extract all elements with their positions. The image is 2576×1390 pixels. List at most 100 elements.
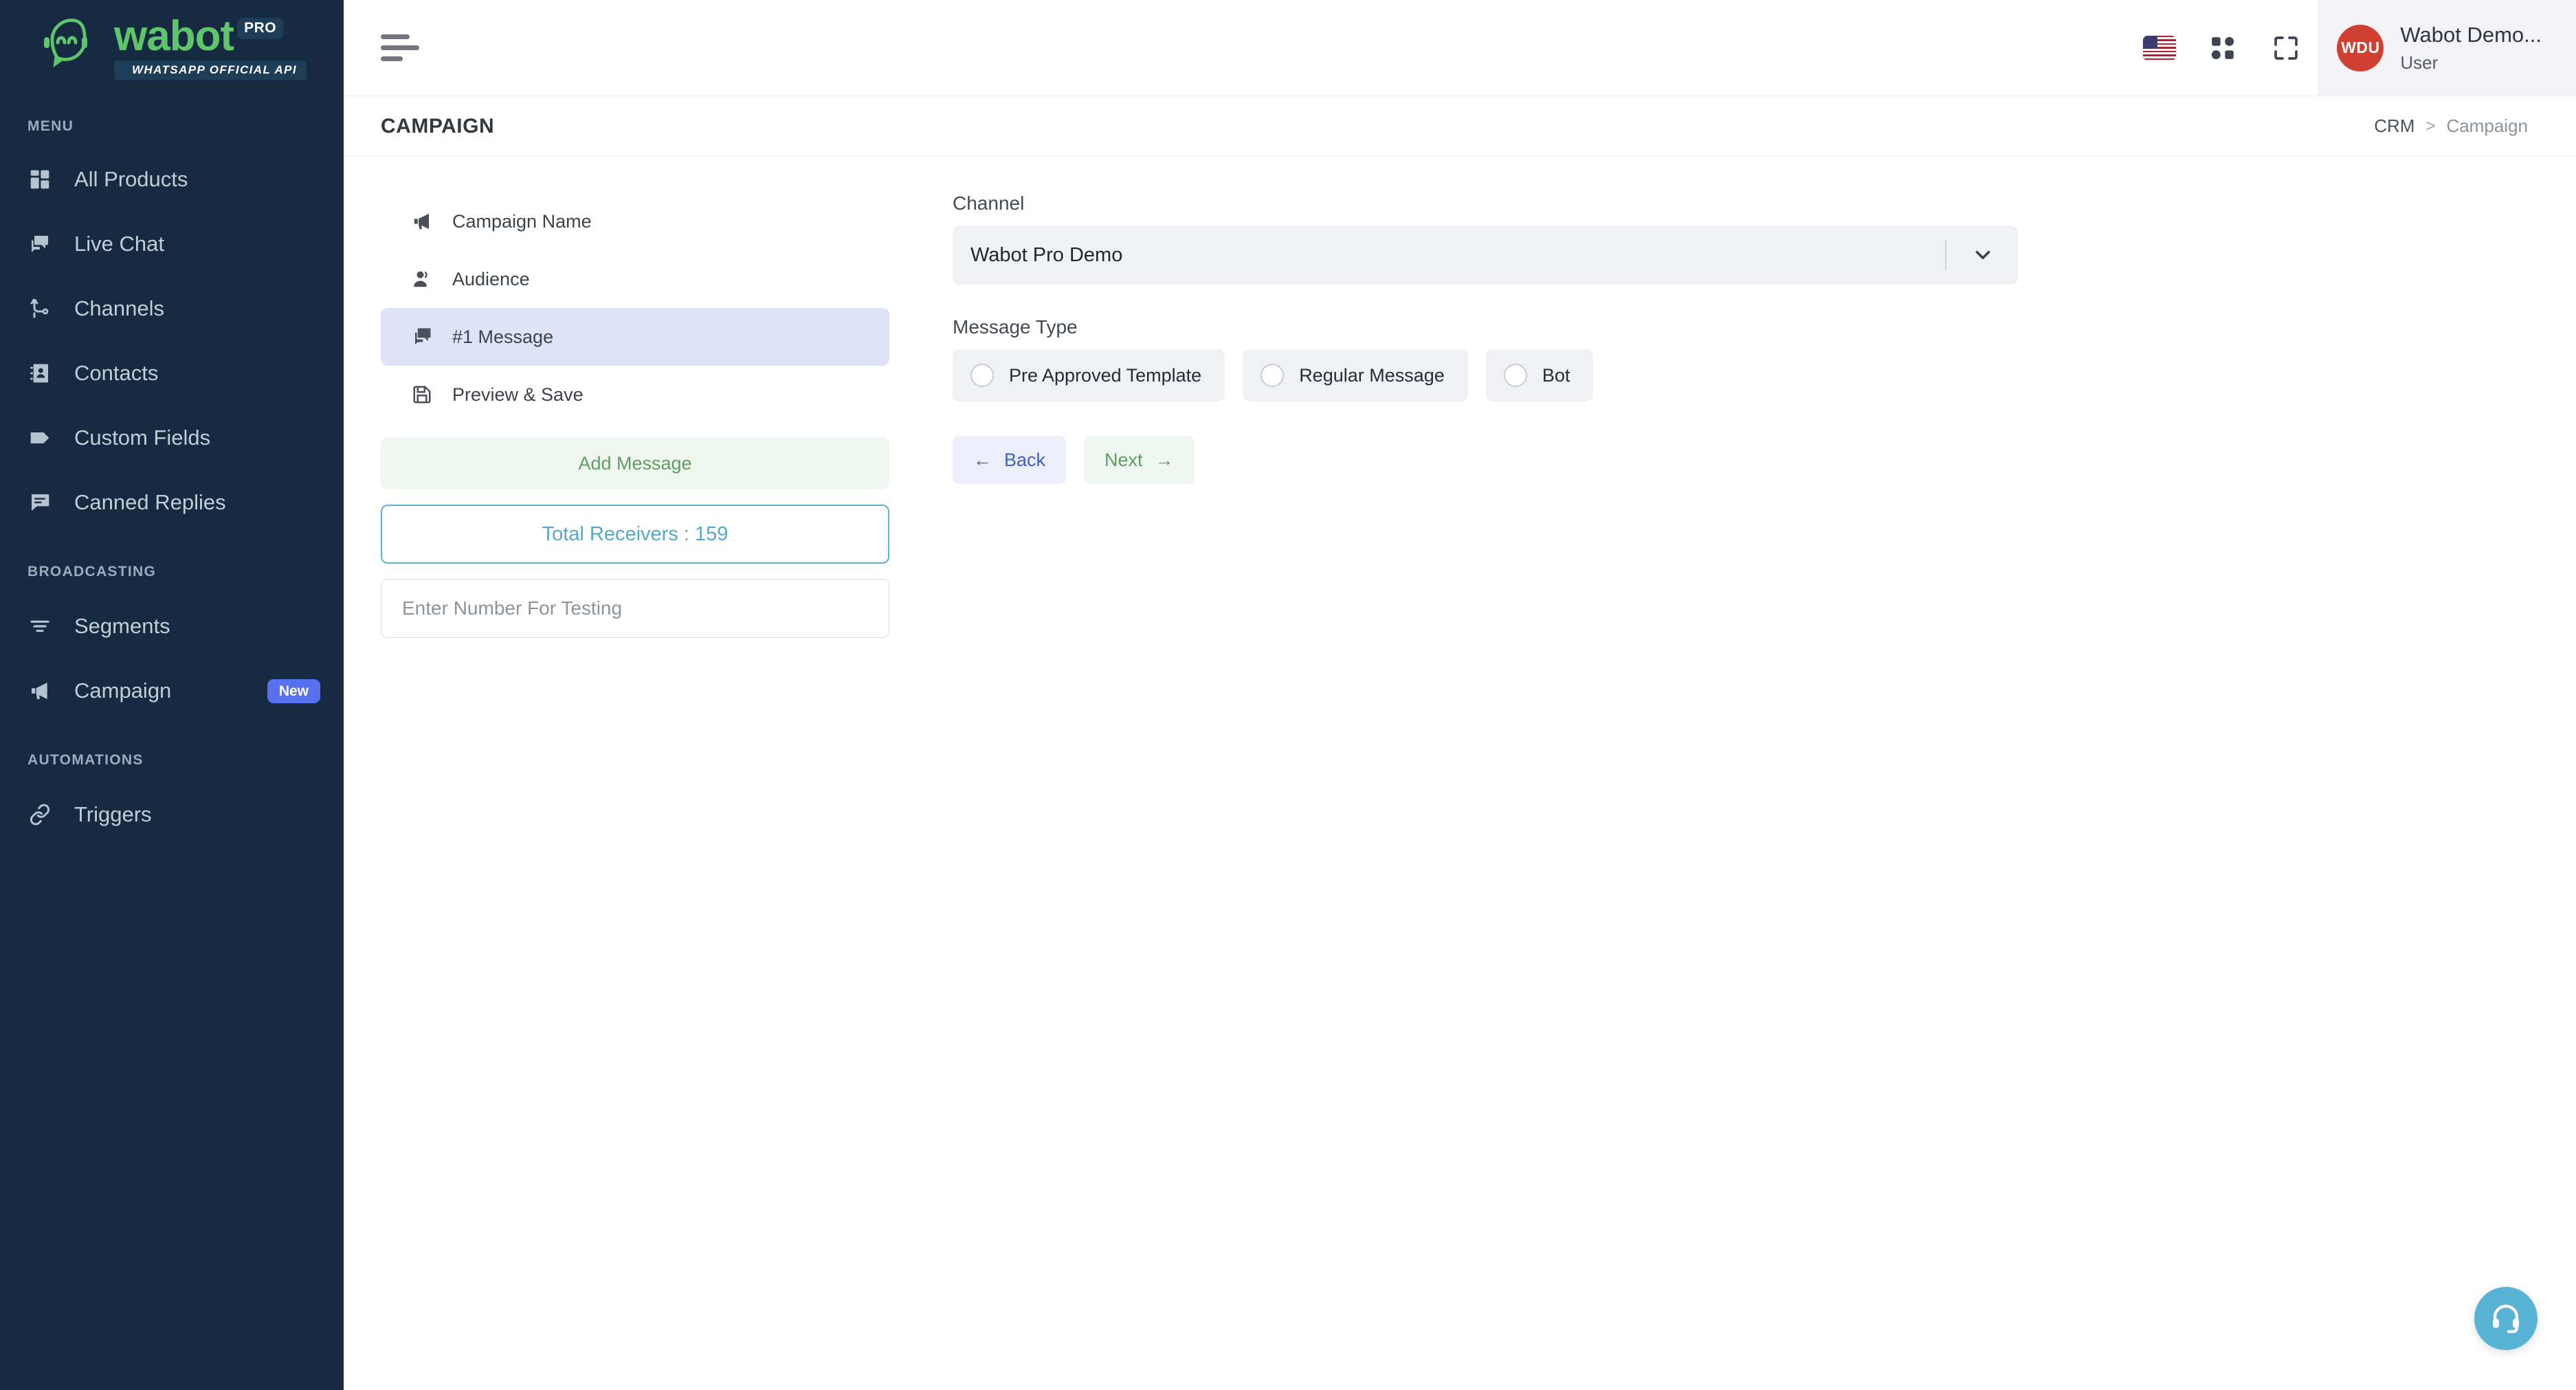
channel-label: Channel [953,192,1025,214]
brand-logo[interactable]: wabot PRO WHATSAPP OFFICIAL API [0,0,344,96]
radio-circle-icon[interactable] [1503,364,1527,387]
hamburger-icon[interactable] [381,34,421,61]
radio-label: Regular Message [1299,364,1445,386]
sidebar-item-label: Custom Fields [74,426,211,450]
canned-reply-icon [29,492,59,514]
breadcrumb: CRM > Campaign [2374,115,2528,137]
radio-pre-approved-template[interactable]: Pre Approved Template [953,349,1225,401]
us-flag-icon [2143,35,2177,60]
brand-pro-badge: PRO [237,18,284,40]
page-header: CAMPAIGN CRM > Campaign [344,96,2576,157]
sidebar-item-canned-replies[interactable]: Canned Replies [0,470,344,535]
contacts-book-icon [29,362,59,384]
sidebar-item-label: Canned Replies [74,490,226,514]
message-icon [407,327,437,347]
brand-tagline: WHATSAPP OFFICIAL API [113,60,307,80]
hamburger-bar [381,34,410,39]
hamburger-bar [381,56,403,61]
step-campaign-name[interactable]: Campaign Name [381,192,889,250]
step-message[interactable]: #1 Message [381,308,889,366]
app-root: wabot PRO WHATSAPP OFFICIAL API MENU All… [0,0,2576,1390]
step-audience[interactable]: Audience [381,250,889,308]
arrow-right-icon: → [1155,449,1174,470]
back-button[interactable]: ← Back [953,436,1067,484]
avatar: WDU [2337,24,2384,71]
channel-selected-value: Wabot Pro Demo [970,243,1123,266]
apps-grid-icon[interactable] [2191,0,2254,96]
total-receivers-label: Total Receivers : 159 [542,522,729,545]
user-role: User [2400,52,2439,74]
message-type-label: Message Type [953,316,1078,338]
breadcrumb-root[interactable]: CRM [2374,115,2414,137]
radio-label: Bot [1542,364,1570,386]
sidebar-item-all-products[interactable]: All Products [0,147,344,212]
headset-icon [2489,1301,2522,1337]
tag-icon [29,427,59,449]
top-header: WDU Wabot Demo... User [344,0,2576,96]
campaign-steps-panel: Campaign Name Audience #1 Message Previe… [381,192,889,1390]
sidebar-section-broadcasting-label: BROADCASTING [27,564,157,580]
wabot-bubble-icon [43,16,110,75]
main-area: WDU Wabot Demo... User CAMPAIGN CRM > Ca… [344,0,2576,1390]
next-label: Next [1104,449,1143,470]
step-label: Audience [452,268,530,289]
radio-label: Pre Approved Template [1009,364,1202,386]
sidebar-item-channels[interactable]: Channels [0,276,344,341]
channels-icon [29,298,59,320]
fullscreen-icon[interactable] [2254,0,2318,96]
megaphone-icon [29,680,59,702]
sidebar-item-contacts[interactable]: Contacts [0,341,344,406]
next-button[interactable]: Next → [1084,436,1195,484]
sidebar-item-custom-fields[interactable]: Custom Fields [0,406,344,470]
sidebar-item-label: Live Chat [74,232,164,256]
campaign-form: Channel Wabot Pro Demo Message Type Pre … [889,192,2576,1390]
sidebar-item-label: Triggers [74,802,152,826]
save-disk-icon [407,384,437,405]
step-label: #1 Message [452,326,554,347]
sidebar-item-label: Segments [74,614,170,638]
add-message-button[interactable]: Add Message [381,437,889,489]
sidebar-item-label: Campaign [74,679,172,703]
top-header-actions: WDU Wabot Demo... User [2128,0,2576,96]
sidebar-item-campaign[interactable]: Campaign New [0,659,344,723]
breadcrumb-separator-icon: > [2425,116,2436,135]
sidebar-section-automations-label: AUTOMATIONS [27,752,144,768]
sidebar-section-menu-label: MENU [27,118,74,134]
person-icon [407,269,437,289]
user-menu[interactable]: WDU Wabot Demo... User [2318,0,2576,96]
support-chat-button[interactable] [2474,1287,2538,1350]
message-type-radio-group: Pre Approved Template Regular Message Bo… [953,349,2576,401]
arrow-left-icon: ← [973,449,992,470]
sidebar-item-segments[interactable]: Segments [0,594,344,659]
select-divider [1945,240,1946,270]
radio-circle-icon[interactable] [970,364,994,387]
radio-circle-icon[interactable] [1261,364,1285,387]
brand-name: wabot [113,12,234,60]
radio-bot[interactable]: Bot [1485,349,1594,401]
page-title: CAMPAIGN [381,114,495,137]
sidebar-item-label: All Products [74,167,188,191]
channel-select[interactable]: Wabot Pro Demo [953,225,2018,285]
language-selector[interactable] [2128,0,2191,96]
user-name: Wabot Demo... [2400,22,2542,47]
megaphone-icon [407,211,437,232]
radio-regular-message[interactable]: Regular Message [1243,349,1468,401]
sidebar-item-label: Channels [74,296,164,320]
test-number-input[interactable] [381,579,889,638]
back-label: Back [1004,449,1046,470]
total-receivers-display: Total Receivers : 159 [381,505,889,564]
hamburger-bar [381,45,419,50]
chevron-down-icon[interactable] [1971,243,1995,267]
sidebar-item-triggers[interactable]: Triggers [0,782,344,847]
filter-icon [29,615,59,637]
sidebar-item-label: Contacts [74,361,159,385]
step-label: Preview & Save [452,384,584,405]
status-badge-new: New [267,679,320,703]
step-preview-save[interactable]: Preview & Save [381,366,889,423]
sidebar-item-live-chat[interactable]: Live Chat [0,212,344,276]
step-label: Campaign Name [452,210,592,232]
breadcrumb-current: Campaign [2446,115,2528,136]
page-content: Campaign Name Audience #1 Message Previe… [344,157,2576,1390]
grid-icon [29,168,59,190]
wizard-nav-buttons: ← Back Next → [953,436,2576,484]
